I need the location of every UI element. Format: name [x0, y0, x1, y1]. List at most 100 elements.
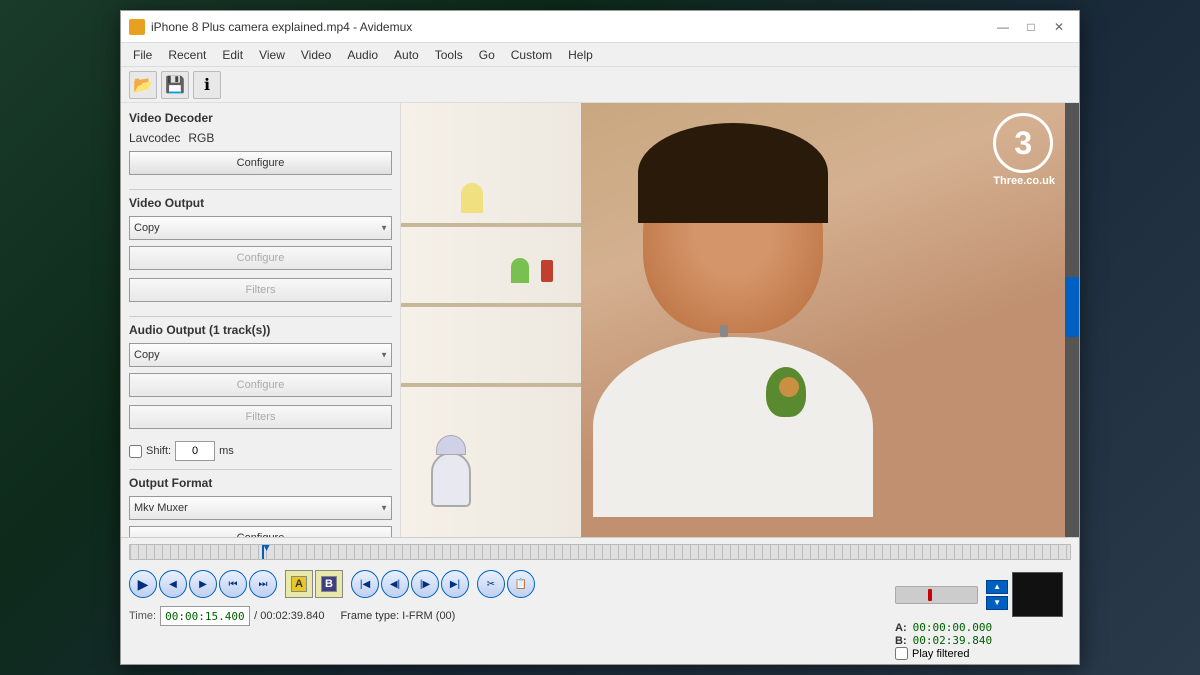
audio-output-configure-button[interactable]: Configure: [129, 373, 392, 397]
rewind-button[interactable]: ⏮: [219, 570, 247, 598]
scrub-thumb: [928, 589, 932, 601]
open-button[interactable]: 📂: [129, 71, 157, 99]
maximize-button[interactable]: □: [1019, 15, 1043, 39]
play-filtered-label: Play filtered: [912, 648, 969, 660]
cut-button[interactable]: ✂: [477, 570, 505, 598]
left-panel: Video Decoder Lavcodec RGB Configure Vid…: [121, 103, 401, 537]
main-content: Video Decoder Lavcodec RGB Configure Vid…: [121, 103, 1079, 537]
paste-button[interactable]: 📋: [507, 570, 535, 598]
audio-output-dropdown-wrapper: Copy MP3 AAC AC3 ▼: [129, 343, 392, 367]
a-label: A:: [895, 622, 907, 634]
toolbar: 📂 💾 ℹ: [121, 67, 1079, 103]
step-fwd-button[interactable]: |▶: [411, 570, 439, 598]
menu-go[interactable]: Go: [471, 46, 503, 64]
yellow-figure: [461, 183, 483, 213]
microphone: [720, 325, 728, 337]
marker-a-button[interactable]: A: [285, 570, 313, 598]
video-output-title: Video Output: [129, 196, 392, 210]
shelf-background: [401, 103, 581, 537]
shelf-1: [401, 223, 581, 227]
scrub-panel: ▲ ▼: [887, 570, 1071, 617]
shift-label: Shift:: [146, 445, 171, 457]
shift-row: Shift: 0 ms: [129, 441, 392, 461]
menubar: File Recent Edit View Video Audio Auto T…: [121, 43, 1079, 67]
android-toy: [511, 258, 529, 283]
play-filtered-checkbox[interactable]: [895, 647, 908, 660]
menu-help[interactable]: Help: [560, 46, 601, 64]
zoom-in-button[interactable]: ▲: [986, 580, 1008, 594]
next-frame-button[interactable]: ▶: [189, 570, 217, 598]
codec-row: Lavcodec RGB: [129, 131, 392, 145]
menu-video[interactable]: Video: [293, 46, 339, 64]
shift-input[interactable]: 0: [175, 441, 215, 461]
marker-b-button[interactable]: B: [315, 570, 343, 598]
side-scrollbar-thumb[interactable]: [1065, 277, 1079, 337]
menu-recent[interactable]: Recent: [160, 46, 214, 64]
output-format-title: Output Format: [129, 476, 392, 490]
menu-tools[interactable]: Tools: [427, 46, 471, 64]
zoom-out-button[interactable]: ▼: [986, 596, 1008, 610]
goto-start-button[interactable]: |◀: [351, 570, 379, 598]
menu-audio[interactable]: Audio: [339, 46, 386, 64]
video-frame: 3 Three.co.uk: [401, 103, 1065, 537]
bottom-controls: ▶ ◀ ▶ ⏮ ⏭ A B |◀ ◀| |▶ ▶|: [121, 566, 1079, 664]
three-circle: 3: [993, 113, 1053, 173]
colorspace: RGB: [188, 131, 214, 145]
timeline-track[interactable]: [129, 544, 1071, 560]
video-output-dropdown[interactable]: Copy AVC MPEG4 ASP FFV1: [129, 216, 392, 240]
scrub-track[interactable]: [895, 586, 978, 604]
codec-name: Lavcodec: [129, 131, 180, 145]
video-output-configure-button[interactable]: Configure: [129, 246, 392, 270]
output-format-configure-button[interactable]: Configure: [129, 526, 392, 537]
ab-times: A: 00:00:00.000 B: 00:02:39.840 Play fil…: [887, 621, 1071, 660]
decoder-configure-button[interactable]: Configure: [129, 151, 392, 175]
app-icon: [129, 19, 145, 35]
person-shirt: [593, 337, 873, 517]
menu-edit[interactable]: Edit: [214, 46, 251, 64]
preview-thumbnail: [1012, 572, 1063, 617]
goto-end-button[interactable]: ▶|: [441, 570, 469, 598]
three-logo: 3 Three.co.uk: [993, 113, 1055, 187]
output-format-dropdown[interactable]: Mkv Muxer MP4 Muxer AVI Muxer: [129, 496, 392, 520]
minimize-button[interactable]: —: [991, 15, 1015, 39]
video-area: 3 Three.co.uk: [401, 103, 1079, 537]
audio-output-filters-button[interactable]: Filters: [129, 405, 392, 429]
menu-custom[interactable]: Custom: [503, 46, 560, 64]
bottom-right: ▲ ▼ A: 00:00:00.000 B: 00:02:39.840: [879, 566, 1079, 664]
info-button[interactable]: ℹ: [193, 71, 221, 99]
timeline-cursor: [262, 545, 264, 559]
step-back-button[interactable]: ◀|: [381, 570, 409, 598]
ms-label: ms: [219, 445, 234, 457]
fast-forward-button[interactable]: ⏭: [249, 570, 277, 598]
b-label: B:: [895, 635, 907, 647]
save-button[interactable]: 💾: [161, 71, 189, 99]
video-decoder-title: Video Decoder: [129, 111, 392, 125]
video-output-dropdown-wrapper: Copy AVC MPEG4 ASP FFV1 ▼: [129, 216, 392, 240]
titlebar: iPhone 8 Plus camera explained.mp4 - Avi…: [121, 11, 1079, 43]
person-hair: [638, 123, 828, 223]
b-marker-row: B: 00:02:39.840: [895, 634, 1063, 647]
controls-row: ▶ ◀ ▶ ⏮ ⏭ A B |◀ ◀| |▶ ▶|: [121, 566, 879, 602]
play-button[interactable]: ▶: [129, 570, 157, 598]
menu-view[interactable]: View: [251, 46, 293, 64]
timeline-ticks: [130, 545, 1070, 559]
bottom-left: ▶ ◀ ▶ ⏮ ⏭ A B |◀ ◀| |▶ ▶|: [121, 566, 879, 664]
menu-file[interactable]: File: [125, 46, 160, 64]
app-window: iPhone 8 Plus camera explained.mp4 - Avi…: [120, 10, 1080, 665]
video-content: 3 Three.co.uk: [401, 103, 1065, 537]
audio-output-dropdown[interactable]: Copy MP3 AAC AC3: [129, 343, 392, 367]
time-label: Time:: [129, 610, 156, 622]
prev-frame-button[interactable]: ◀: [159, 570, 187, 598]
window-title: iPhone 8 Plus camera explained.mp4 - Avi…: [151, 20, 991, 34]
window-controls: — □ ✕: [991, 15, 1071, 39]
close-button[interactable]: ✕: [1047, 15, 1071, 39]
timeline-row: [121, 538, 1079, 566]
a-time: 00:00:00.000: [913, 621, 992, 634]
shelf-2: [401, 303, 581, 307]
current-time-input[interactable]: 00:00:15.400: [160, 606, 250, 626]
shift-checkbox[interactable]: [129, 445, 142, 458]
video-output-filters-button[interactable]: Filters: [129, 278, 392, 302]
total-time: / 00:02:39.840: [254, 610, 324, 622]
menu-auto[interactable]: Auto: [386, 46, 427, 64]
time-row: Time: 00:00:15.400 / 00:02:39.840 Frame …: [121, 602, 879, 630]
